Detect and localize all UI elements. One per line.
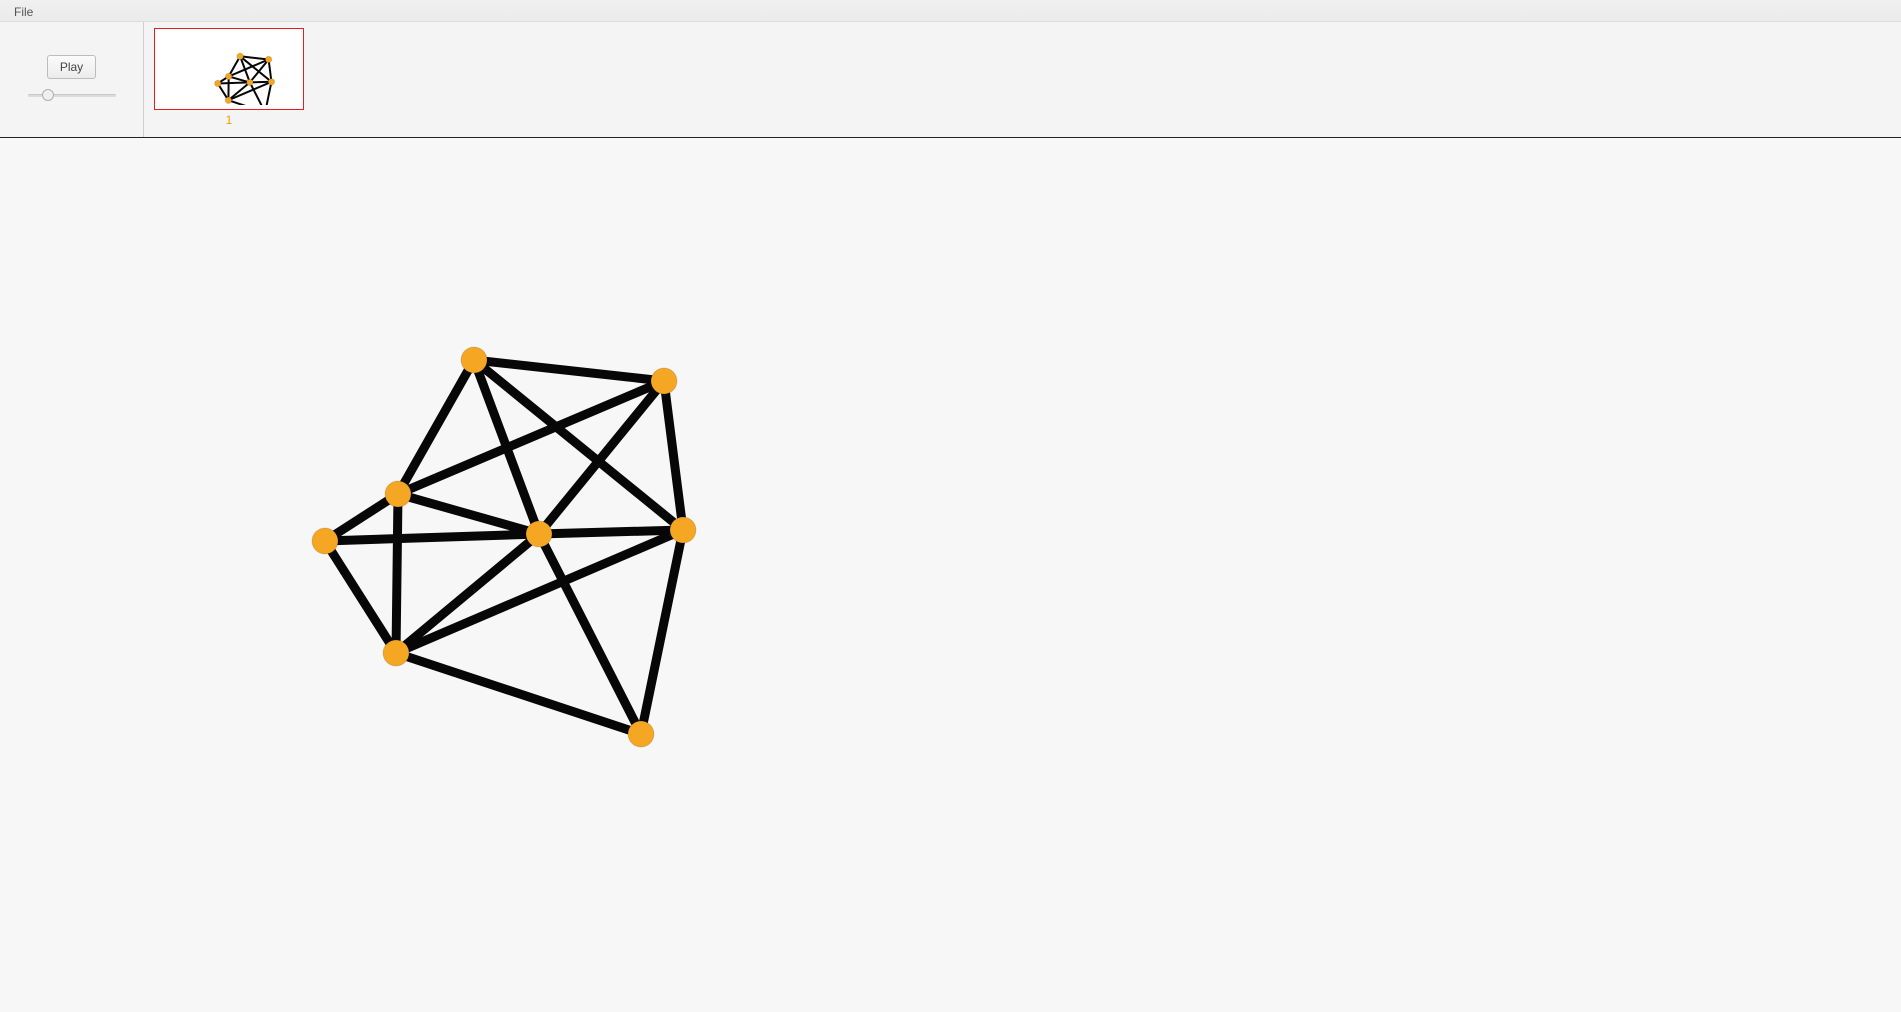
graph-node[interactable] <box>385 481 411 507</box>
play-button[interactable]: Play <box>47 55 96 79</box>
slider-track-line <box>28 94 116 97</box>
menu-bar: File <box>0 0 1901 22</box>
slider-thumb[interactable] <box>42 89 54 101</box>
thumbnails-panel: 1 <box>144 22 314 137</box>
thumbnail-graph-icon <box>159 33 299 105</box>
graph-edge <box>539 530 683 534</box>
graph-edge <box>396 530 683 653</box>
playback-slider[interactable] <box>22 85 122 105</box>
graph-node[interactable] <box>215 80 221 86</box>
graph-edge <box>228 82 249 100</box>
graph-edges <box>325 360 683 734</box>
graph-node[interactable] <box>247 79 253 85</box>
graph-node[interactable] <box>265 56 271 62</box>
thumbnail-item[interactable]: 1 <box>154 28 304 131</box>
graph-edge <box>398 494 539 534</box>
graph-edge <box>664 381 683 530</box>
graph-node[interactable] <box>461 347 487 373</box>
graph-node[interactable] <box>237 53 243 59</box>
menu-file[interactable]: File <box>8 2 39 22</box>
graph-node[interactable] <box>526 521 552 547</box>
graph-edge <box>325 534 539 541</box>
graph-node[interactable] <box>312 528 338 554</box>
thumbnail-frame <box>154 28 304 110</box>
graph-edge <box>218 82 250 83</box>
toolbar-row: Play 1 <box>0 22 1901 138</box>
graph-edge <box>641 530 683 734</box>
graph-node[interactable] <box>651 368 677 394</box>
graph-edge <box>325 541 396 653</box>
graph-node[interactable] <box>268 79 274 85</box>
canvas-area[interactable] <box>0 138 1901 1012</box>
graph-node[interactable] <box>225 97 231 103</box>
graph-node[interactable] <box>628 721 654 747</box>
graph-canvas[interactable] <box>0 138 1901 1012</box>
graph-edge <box>396 494 398 653</box>
controls-panel: Play <box>0 22 144 137</box>
graph-node[interactable] <box>383 640 409 666</box>
graph-node[interactable] <box>226 73 232 79</box>
graph-node[interactable] <box>670 517 696 543</box>
graph-edge <box>396 534 539 653</box>
thumbnail-index: 1 <box>226 113 233 127</box>
